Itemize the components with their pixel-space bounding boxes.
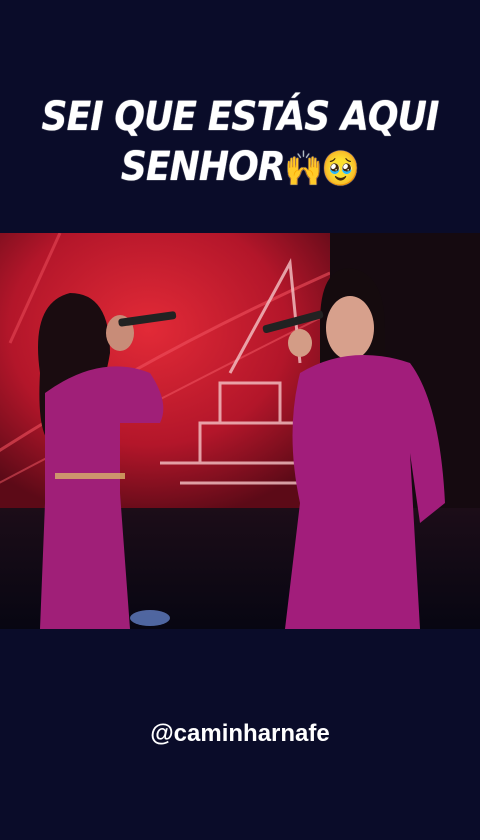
video-player[interactable] (0, 233, 480, 629)
caption-line-2-text: SENHOR (120, 144, 286, 190)
video-post-frame: SEI QUE ESTÁS AQUI SENHOR🙌🥹 @caminharnaf… (0, 0, 480, 840)
creator-handle: @caminharnafe (150, 720, 330, 747)
pleading-face-icon: 🥹 (321, 149, 360, 189)
caption-line-1: SEI QUE ESTÁS AQUI (41, 94, 440, 140)
caption-line-2: SENHOR🙌🥹 (24, 142, 456, 194)
raised-hands-icon: 🙌 (284, 149, 323, 189)
video-frame-image (0, 233, 480, 629)
caption-overlay: SEI QUE ESTÁS AQUI SENHOR🙌🥹 (24, 92, 456, 194)
